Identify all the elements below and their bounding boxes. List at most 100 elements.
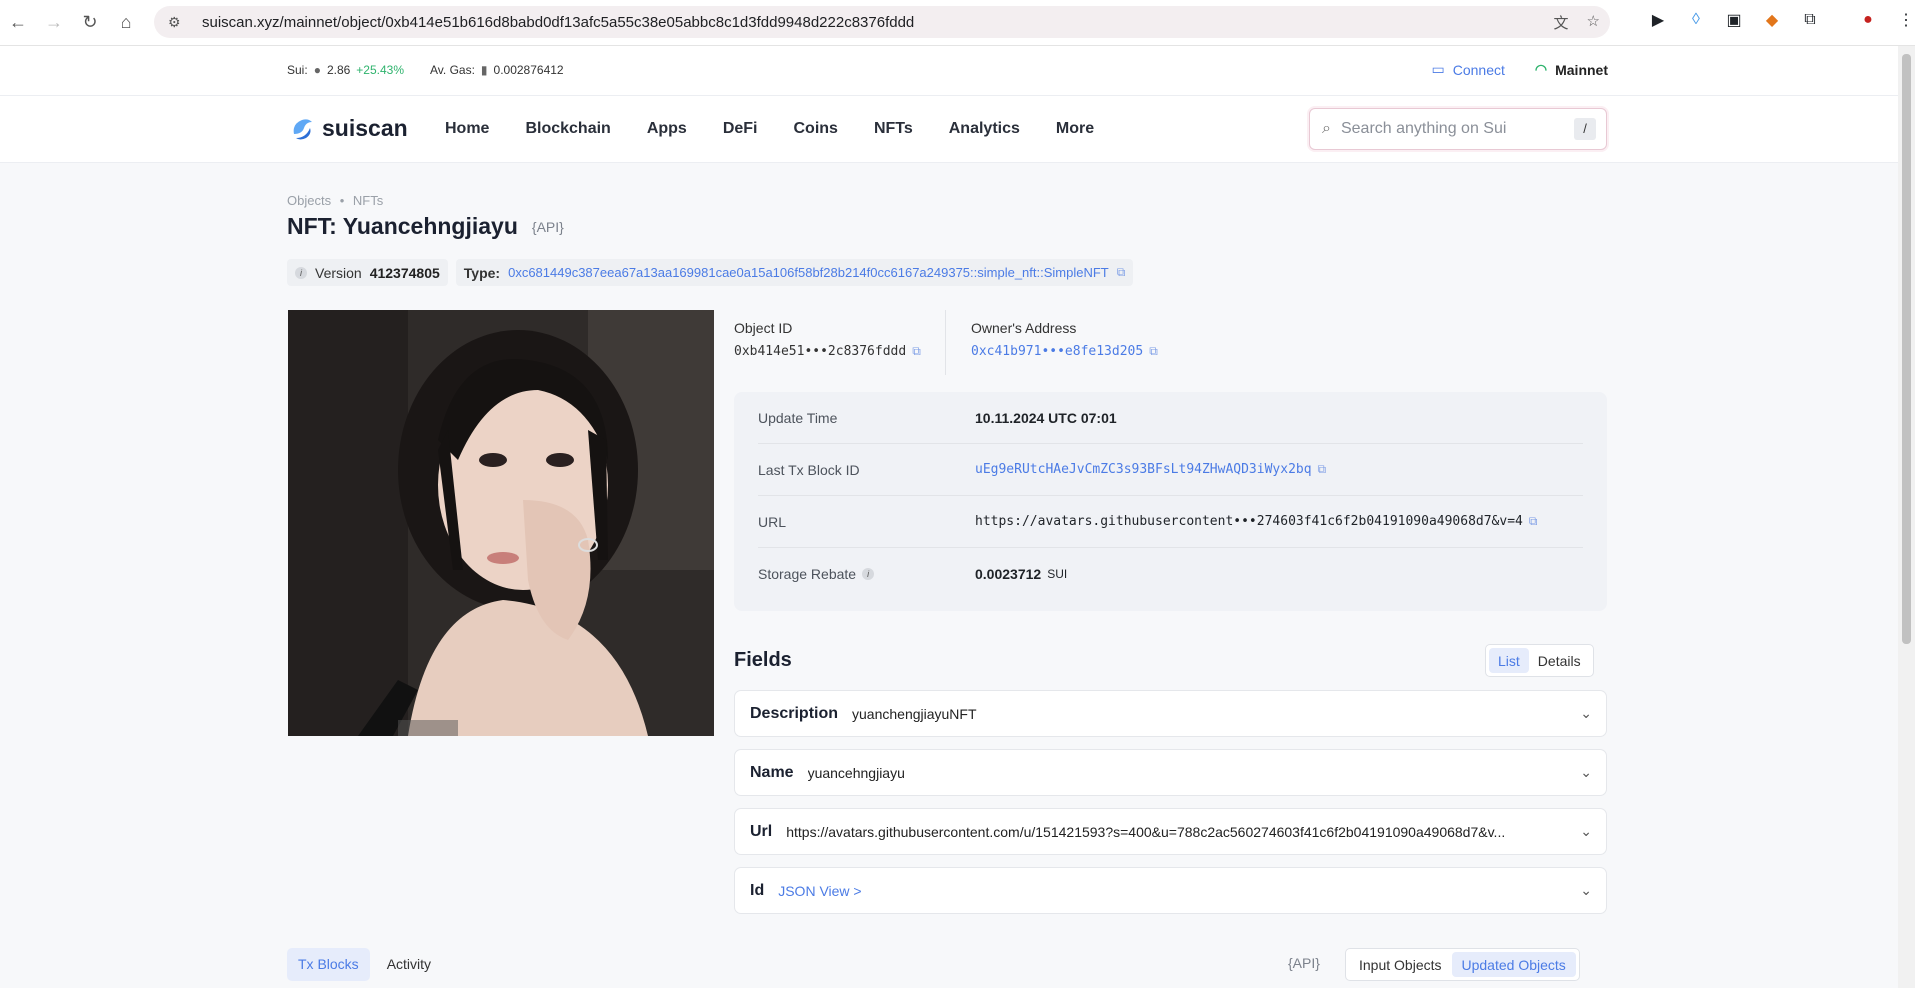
storage-rebate-label: Storage Rebate: [758, 566, 857, 582]
tab-activity[interactable]: Activity: [376, 948, 442, 981]
info-icon[interactable]: i: [295, 266, 307, 279]
nav-more[interactable]: More: [1056, 120, 1094, 138]
version-value: 412374805: [369, 264, 440, 281]
url-label: URL: [758, 513, 787, 530]
info-icon[interactable]: i: [862, 568, 875, 580]
owner-block: Owner's Address 0xc41b971•••e8fe13d205 ⧉: [971, 320, 1158, 359]
field-name[interactable]: Name yuancehngjiayu ⌄: [734, 749, 1607, 796]
page-title: NFT: Yuancehngjiayu {API}: [287, 213, 564, 240]
search-input[interactable]: ⌕ Search anything on Sui /: [1309, 108, 1607, 150]
price-ticker: Sui: ● 2.86 +25.43% Av. Gas: ▮ 0.0028764…: [0, 46, 1898, 96]
copy-icon[interactable]: ⧉: [1318, 462, 1327, 477]
activity-tabs: Tx Blocks Activity: [287, 948, 442, 981]
logo-text: suiscan: [322, 114, 408, 141]
nav-nfts[interactable]: NFTs: [874, 120, 913, 138]
metamask-extension-icon[interactable]: ◆: [1762, 10, 1782, 30]
site-info-icon[interactable]: ⚙: [168, 14, 190, 31]
signal-icon: ◠: [1534, 61, 1548, 77]
last-tx-link[interactable]: uEg9eRUtcHAeJvCmZC3s93BFsLt94ZHwAQD3iWyx…: [975, 462, 1312, 477]
play-extension-icon[interactable]: ▶: [1648, 10, 1668, 30]
object-ids: Object ID 0xb414e51•••2c8376fddd ⧉ Owner…: [734, 310, 1607, 375]
version-pill: i Version 412374805: [287, 259, 448, 286]
tab-tx-blocks[interactable]: Tx Blocks: [287, 948, 370, 981]
network-label: Mainnet: [1555, 61, 1608, 78]
sui-price-label: Sui:: [287, 63, 308, 77]
page-scrollbar[interactable]: [1898, 46, 1915, 988]
field-id[interactable]: Id JSON View > ⌄: [734, 867, 1607, 914]
address-url: suiscan.xyz/mainnet/object/0xb414e51b616…: [202, 13, 915, 31]
detail-row: Update Time 10.11.2024 UTC 07:01: [758, 392, 1583, 444]
field-value: yuanchengjiayuNFT: [852, 705, 977, 722]
browser-toolbar: ← → ↻ ⌂ ⚙ suiscan.xyz/mainnet/object/0xb…: [0, 0, 1915, 46]
copy-icon[interactable]: ⧉: [1117, 265, 1126, 280]
type-label: Type:: [463, 264, 501, 281]
suiscan-logo[interactable]: suiscan: [288, 114, 408, 142]
details-view-button[interactable]: Details: [1529, 648, 1590, 673]
object-id-value: 0xb414e51•••2c8376fddd: [734, 344, 907, 359]
fields-view-toggle: List Details: [1485, 644, 1594, 677]
update-time-label: Update Time: [758, 409, 838, 426]
chevron-down-icon[interactable]: ⌄: [1580, 764, 1592, 781]
last-tx-label: Last Tx Block ID: [758, 461, 860, 478]
address-bar[interactable]: ⚙ suiscan.xyz/mainnet/object/0xb414e51b6…: [154, 6, 1610, 38]
list-view-button[interactable]: List: [1489, 648, 1529, 673]
object-id-block: Object ID 0xb414e51•••2c8376fddd ⧉: [734, 320, 921, 359]
field-key: Name: [750, 763, 794, 781]
breadcrumb: Objects • NFTs: [287, 193, 383, 208]
field-key: Description: [750, 704, 839, 722]
owner-address-link[interactable]: 0xc41b971•••e8fe13d205: [971, 344, 1143, 359]
connect-button[interactable]: ▭ Connect: [1432, 61, 1505, 78]
update-time-value: 10.11.2024 UTC 07:01: [975, 409, 1117, 426]
fields-heading: Fields: [734, 649, 792, 671]
input-objects-button[interactable]: Input Objects: [1349, 952, 1452, 977]
search-placeholder: Search anything on Sui: [1340, 120, 1507, 137]
game-extension-icon[interactable]: ▣: [1724, 10, 1744, 30]
home-icon[interactable]: ⌂: [108, 5, 144, 41]
nav-home[interactable]: Home: [445, 120, 489, 138]
chevron-down-icon[interactable]: ⌄: [1580, 705, 1592, 722]
json-view-link[interactable]: JSON View >: [778, 883, 861, 899]
nav-defi[interactable]: DeFi: [723, 120, 758, 138]
nav-blockchain[interactable]: Blockchain: [525, 120, 610, 138]
extensions-bar: ▶ ◊ ▣ ◆ ⧉ ● ⋮: [1648, 10, 1915, 30]
sui-price: 2.86: [326, 63, 351, 77]
field-url[interactable]: Url https://avatars.githubusercontent.co…: [734, 808, 1607, 855]
detail-row: URL https://avatars.githubusercontent•••…: [758, 496, 1583, 548]
breadcrumb-nfts[interactable]: NFTs: [353, 193, 383, 208]
api-link[interactable]: {API}: [1288, 955, 1320, 971]
chevron-down-icon[interactable]: ⌄: [1580, 882, 1592, 899]
api-link[interactable]: {API}: [532, 219, 564, 235]
field-description[interactable]: Description yuanchengjiayuNFT ⌄: [734, 690, 1607, 737]
forward-icon[interactable]: →: [36, 5, 72, 41]
profile-avatar-icon[interactable]: ●: [1858, 10, 1878, 30]
scrollbar-thumb[interactable]: [1902, 54, 1911, 644]
objects-toggle: Input Objects Updated Objects: [1345, 948, 1580, 981]
breadcrumb-objects[interactable]: Objects: [287, 193, 331, 208]
bookmark-star-icon[interactable]: ☆: [1587, 12, 1600, 33]
type-link[interactable]: 0xc681449c387eea67a13aa169981cae0a15a106…: [508, 265, 1109, 280]
url-value: https://avatars.githubusercontent•••2746…: [975, 514, 1523, 529]
puzzle-extensions-icon[interactable]: ⧉: [1800, 10, 1820, 30]
divider: [945, 310, 946, 375]
menu-dots-icon[interactable]: ⋮: [1896, 10, 1915, 30]
back-icon[interactable]: ←: [0, 5, 36, 41]
breadcrumb-separator: •: [339, 193, 345, 208]
drop-extension-icon[interactable]: ◊: [1686, 10, 1706, 30]
search-shortcut-key: /: [1574, 118, 1596, 140]
updated-objects-button[interactable]: Updated Objects: [1451, 952, 1576, 977]
nav-coins[interactable]: Coins: [793, 120, 837, 138]
copy-icon[interactable]: ⧉: [912, 344, 921, 359]
sui-coin-icon: ●: [313, 63, 321, 77]
page-title-text: NFT: Yuancehngjiayu: [287, 213, 518, 239]
network-selector[interactable]: ◠ Mainnet: [1535, 61, 1608, 78]
search-icon: ⌕: [1322, 120, 1331, 137]
detail-row: Storage Rebate i 0.0023712 SUI: [758, 548, 1583, 600]
nav-apps[interactable]: Apps: [647, 120, 687, 138]
copy-icon[interactable]: ⧉: [1529, 514, 1538, 529]
reload-icon[interactable]: ↻: [72, 5, 108, 41]
nav-analytics[interactable]: Analytics: [949, 120, 1020, 138]
translate-icon[interactable]: 文: [1554, 12, 1569, 33]
copy-icon[interactable]: ⧉: [1149, 344, 1158, 359]
chevron-down-icon[interactable]: ⌄: [1580, 823, 1592, 840]
storage-rebate-value: 0.0023712: [975, 566, 1042, 582]
